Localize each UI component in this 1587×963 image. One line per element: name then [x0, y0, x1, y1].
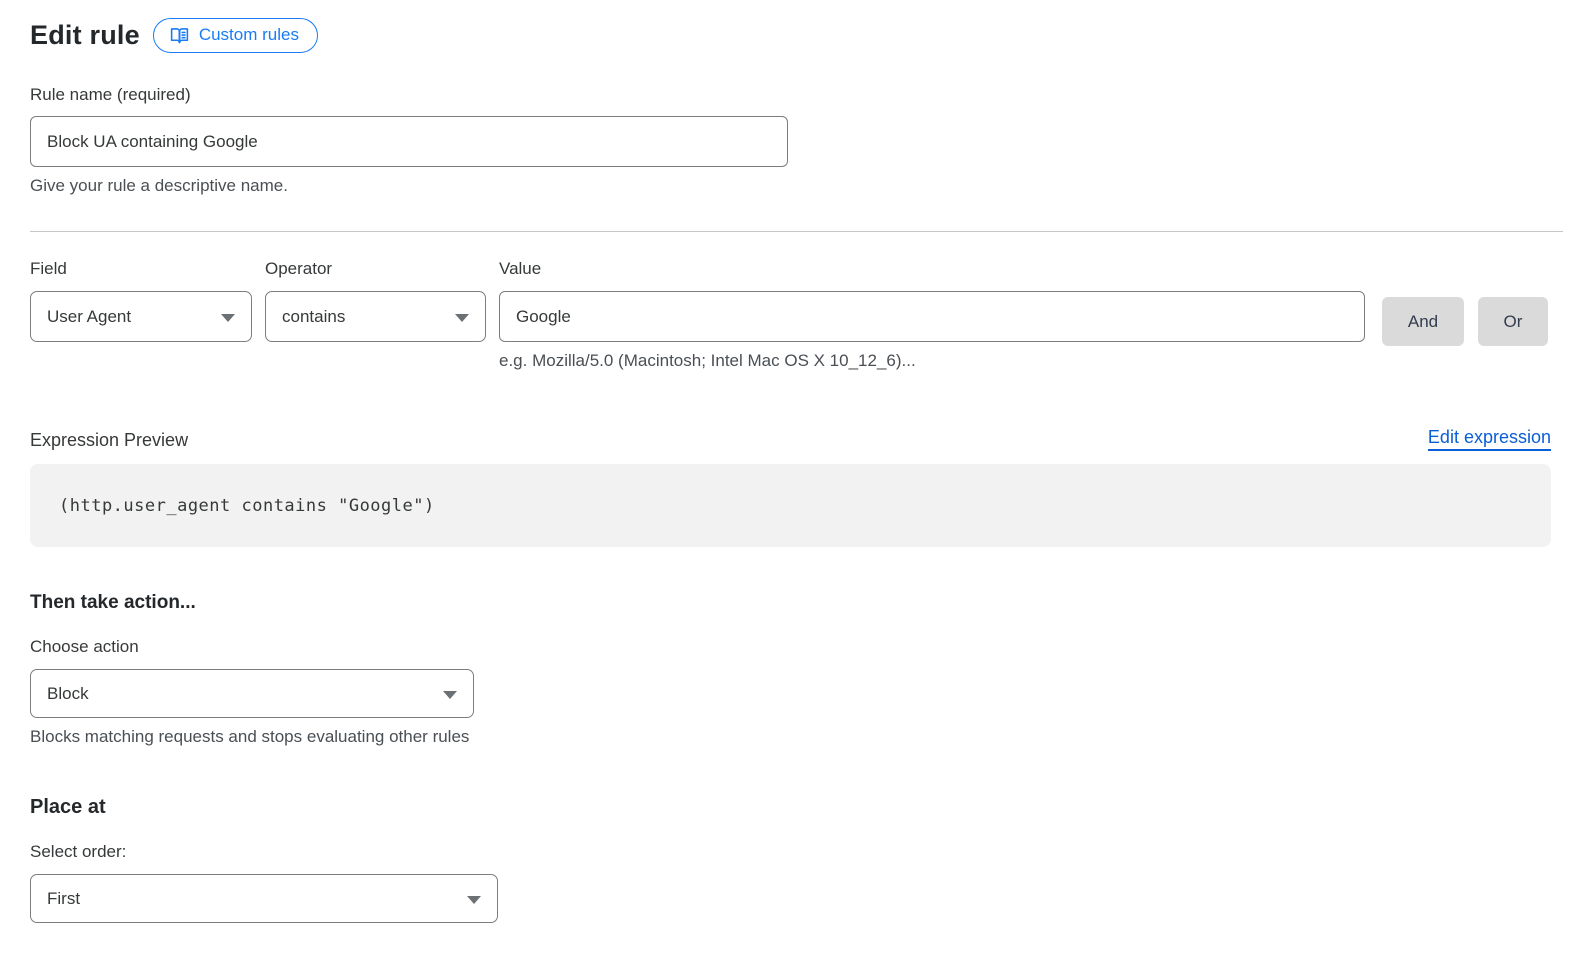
section-divider [30, 231, 1563, 232]
rule-name-helper: Give your rule a descriptive name. [30, 176, 1548, 196]
action-section-heading: Then take action... [30, 592, 1548, 614]
action-helper: Blocks matching requests and stops evalu… [30, 727, 1548, 747]
or-button[interactable]: Or [1478, 297, 1548, 346]
expression-builder-row: Field User Agent Operator contains Value… [30, 259, 1548, 371]
select-order-label: Select order: [30, 842, 1548, 862]
chevron-down-icon [455, 314, 469, 322]
action-select-value: Block [47, 684, 89, 704]
rule-name-label: Rule name (required) [30, 85, 1548, 105]
value-label: Value [499, 259, 1365, 279]
rule-name-input[interactable] [30, 116, 788, 167]
place-at-heading: Place at [30, 796, 1548, 819]
chevron-down-icon [443, 691, 457, 699]
open-book-icon [169, 25, 190, 46]
field-select-value: User Agent [47, 307, 131, 327]
chevron-down-icon [467, 896, 481, 904]
field-select[interactable]: User Agent [30, 291, 252, 342]
expression-preview-box: (http.user_agent contains "Google") [30, 464, 1551, 547]
operator-column: Operator contains [265, 259, 486, 342]
expression-preview-label: Expression Preview [30, 430, 188, 451]
expression-code: (http.user_agent contains "Google") [59, 496, 435, 516]
operator-select[interactable]: contains [265, 291, 486, 342]
value-input[interactable] [499, 291, 1365, 342]
action-select[interactable]: Block [30, 669, 474, 718]
operator-select-value: contains [282, 307, 345, 327]
field-label: Field [30, 259, 252, 279]
title-row: Edit rule Custom rules [30, 18, 1548, 53]
edit-expression-link[interactable]: Edit expression [1428, 427, 1551, 451]
operator-label: Operator [265, 259, 486, 279]
order-select-value: First [47, 889, 80, 909]
page-title: Edit rule [30, 20, 140, 51]
and-button[interactable]: And [1382, 297, 1464, 346]
value-helper: e.g. Mozilla/5.0 (Macintosh; Intel Mac O… [499, 351, 1365, 371]
field-column: Field User Agent [30, 259, 252, 342]
choose-action-label: Choose action [30, 637, 1548, 657]
order-select[interactable]: First [30, 874, 498, 923]
custom-rules-badge[interactable]: Custom rules [153, 18, 318, 53]
chevron-down-icon [221, 314, 235, 322]
edit-rule-form: Edit rule Custom rules Rule name (requir… [0, 0, 1578, 963]
custom-rules-badge-label: Custom rules [199, 24, 299, 46]
value-column: Value e.g. Mozilla/5.0 (Macintosh; Intel… [499, 259, 1365, 371]
expression-preview-row: Expression Preview Edit expression [30, 427, 1551, 451]
